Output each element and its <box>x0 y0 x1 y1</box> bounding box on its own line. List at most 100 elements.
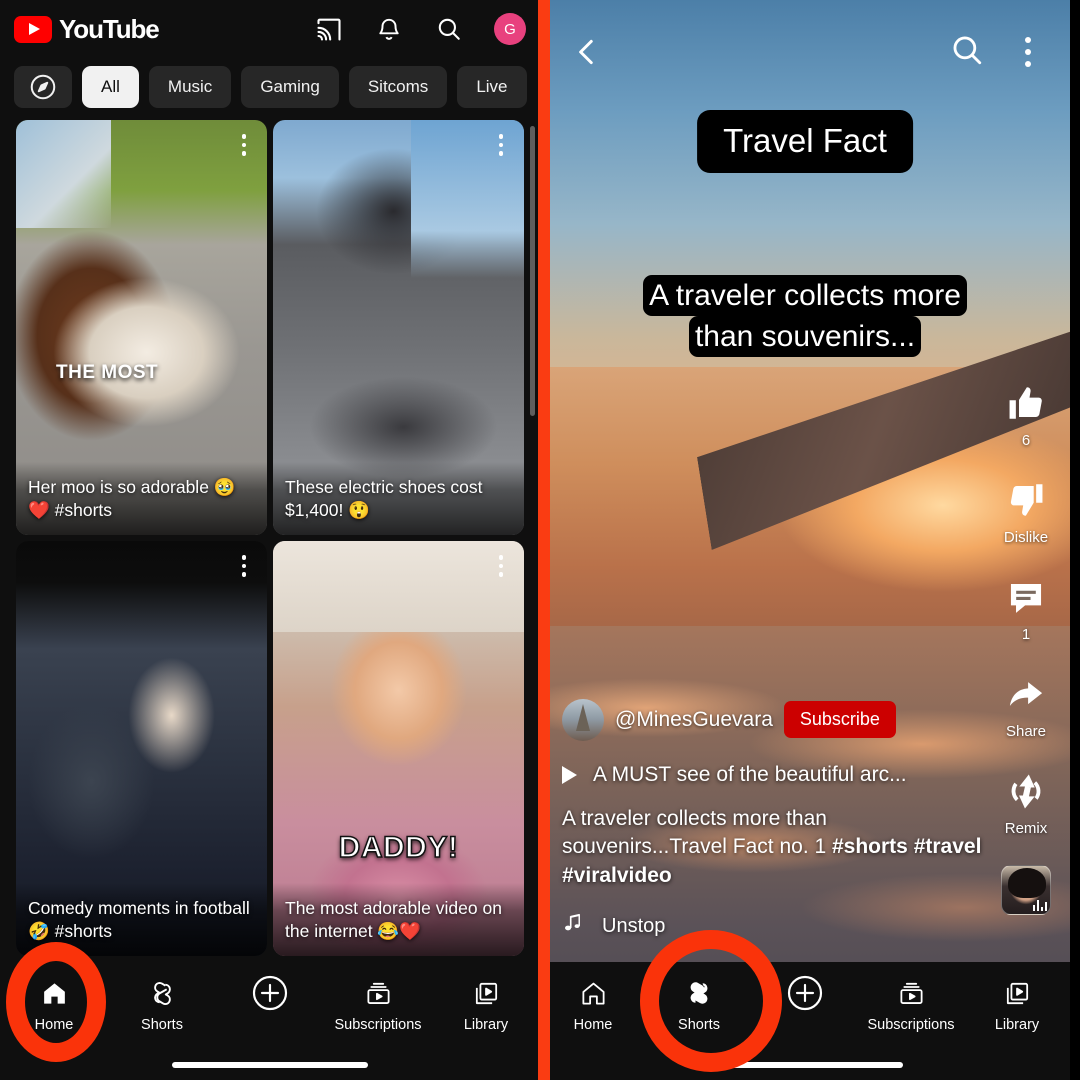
video-grid: THE MOST Her moo is so adorable 🥹❤️ #sho… <box>0 120 540 956</box>
nav-item-home[interactable]: Home <box>0 976 108 1033</box>
dual-phone-screenshot: YouTube G All Music Gaming Sitcoms Live … <box>0 0 1080 1080</box>
music-label: Unstop <box>602 914 666 937</box>
nav-label: Library <box>994 1017 1040 1033</box>
subscribe-button[interactable]: Subscribe <box>783 701 896 739</box>
remix-icon <box>1005 768 1047 814</box>
caption-body: A traveler collects more than souvenirs.… <box>565 275 1045 358</box>
chip-music[interactable]: Music <box>148 66 232 108</box>
like-button[interactable]: 6 <box>1005 380 1047 449</box>
youtube-shorts-panel: Travel Fact A traveler collects more tha… <box>540 0 1070 1080</box>
kebab-menu-icon[interactable] <box>233 551 255 581</box>
caption-body-line2: than souvenirs... <box>688 316 922 358</box>
kebab-menu-icon[interactable] <box>233 130 255 160</box>
comment-count: 1 <box>1021 626 1031 643</box>
caption-title: Travel Fact <box>697 110 913 173</box>
nav-label: Subscriptions <box>334 1017 422 1033</box>
home-icon <box>580 976 607 1010</box>
thumbnail-overlay-text: THE MOST <box>56 362 159 383</box>
video-title-row[interactable]: A MUST see of the beautiful arc... <box>562 763 982 787</box>
share-icon <box>1005 671 1047 717</box>
subscriptions-icon <box>365 976 392 1010</box>
video-card[interactable]: DADDY! The most adorable video on the in… <box>273 541 524 956</box>
video-title: Her moo is so adorable 🥹❤️ #shorts <box>16 462 267 535</box>
nav-label: Shorts <box>678 1017 720 1033</box>
nav-item-create[interactable] <box>216 975 324 1011</box>
like-count: 6 <box>1021 432 1031 449</box>
avatar[interactable]: G <box>494 13 526 45</box>
thumbnail-overlay-text: DADDY! <box>338 830 459 865</box>
nav-item-library[interactable]: Library <box>432 976 540 1033</box>
shorts-icon <box>685 976 713 1010</box>
sound-thumbnail[interactable] <box>1001 865 1051 915</box>
shorts-action-rail: 6 Dislike 1 Share Remix <box>988 380 1064 915</box>
youtube-home-panel: YouTube G All Music Gaming Sitcoms Live … <box>0 0 540 1080</box>
bell-icon[interactable] <box>374 14 404 44</box>
nav-label: Subscriptions <box>867 1017 955 1033</box>
nav-item-subscriptions[interactable]: Subscriptions <box>858 976 964 1033</box>
back-chevron-icon[interactable] <box>570 31 612 73</box>
caption-body-line1: A traveler collects more <box>643 275 967 316</box>
home-indicator <box>172 1062 368 1068</box>
chip-all[interactable]: All <box>82 66 139 108</box>
remix-button[interactable]: Remix <box>1005 768 1047 837</box>
library-icon <box>473 976 500 1010</box>
video-title: Comedy moments in football 🤣 #shorts <box>16 883 267 956</box>
nav-item-library[interactable]: Library <box>964 976 1070 1033</box>
search-icon[interactable] <box>434 14 464 44</box>
kebab-menu-icon[interactable] <box>490 551 512 581</box>
subscriptions-icon <box>898 976 925 1010</box>
share-button[interactable]: Share <box>1005 671 1047 740</box>
video-title: These electric shoes cost $1,400! 😲 <box>273 462 524 535</box>
video-title: The most adorable video on the internet … <box>273 883 524 956</box>
chip-sitcoms[interactable]: Sitcoms <box>348 66 448 108</box>
video-card[interactable]: Comedy moments in football 🤣 #shorts <box>16 541 267 956</box>
nav-item-subscriptions[interactable]: Subscriptions <box>324 976 432 1033</box>
scrollbar[interactable] <box>530 126 535 416</box>
plus-circle-icon <box>250 975 290 1011</box>
nav-label: Home <box>34 1017 74 1033</box>
share-label: Share <box>1005 723 1047 740</box>
panel-divider <box>538 0 550 1080</box>
youtube-play-badge-icon <box>14 15 52 43</box>
shorts-icon <box>149 976 176 1010</box>
nav-label: Shorts <box>141 1017 183 1033</box>
shorts-metadata: @MinesGuevara Subscribe A MUST see of th… <box>562 698 982 940</box>
youtube-logo[interactable]: YouTube <box>14 13 160 45</box>
play-icon <box>562 765 577 784</box>
kebab-menu-icon[interactable] <box>1016 35 1040 69</box>
home-indicator <box>707 1062 903 1068</box>
cast-icon[interactable] <box>314 14 344 44</box>
shorts-description[interactable]: A traveler collects more than souvenirs.… <box>562 805 982 890</box>
library-icon <box>1004 976 1031 1010</box>
chip-live[interactable]: Live <box>457 66 527 108</box>
nav-label: Library <box>463 1017 509 1033</box>
search-icon[interactable] <box>950 33 984 72</box>
nav-item-shorts[interactable]: Shorts <box>108 976 216 1033</box>
channel-handle[interactable]: @MinesGuevara <box>615 708 773 732</box>
dislike-label: Dislike <box>1003 529 1049 546</box>
shorts-topbar <box>540 0 1070 104</box>
music-note-icon <box>562 912 584 940</box>
chip-explore[interactable] <box>14 66 72 108</box>
channel-row: @MinesGuevara Subscribe <box>562 698 982 741</box>
home-icon <box>41 976 68 1010</box>
home-header: YouTube G <box>0 0 540 58</box>
nav-item-home[interactable]: Home <box>540 976 646 1033</box>
shorts-video-title: A MUST see of the beautiful arc... <box>593 762 907 786</box>
kebab-menu-icon[interactable] <box>490 130 512 160</box>
music-row[interactable]: Unstop <box>562 912 982 940</box>
video-card[interactable]: THE MOST Her moo is so adorable 🥹❤️ #sho… <box>16 120 267 535</box>
thumbs-up-icon <box>1005 380 1047 426</box>
plus-circle-icon <box>785 975 825 1011</box>
channel-avatar[interactable] <box>562 698 604 741</box>
description-text: A traveler collects more than souvenirs.… <box>562 806 832 859</box>
category-chips: All Music Gaming Sitcoms Live <box>0 58 540 120</box>
nav-item-shorts[interactable]: Shorts <box>646 976 752 1033</box>
thumbs-down-icon <box>1005 477 1047 523</box>
dislike-button[interactable]: Dislike <box>1004 477 1048 546</box>
nav-item-create[interactable] <box>752 975 858 1011</box>
comments-button[interactable]: 1 <box>1005 574 1047 643</box>
video-card[interactable]: These electric shoes cost $1,400! 😲 <box>273 120 524 535</box>
youtube-wordmark: YouTube <box>59 13 160 44</box>
chip-gaming[interactable]: Gaming <box>241 66 339 108</box>
